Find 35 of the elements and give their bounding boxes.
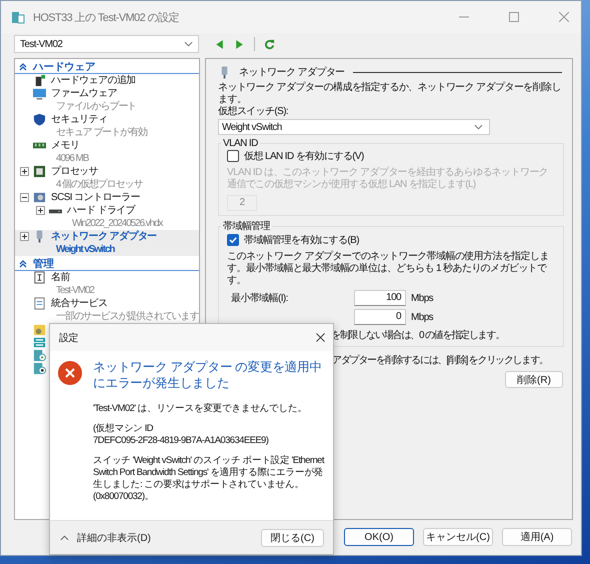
- item-label: 統合サービス: [51, 297, 108, 310]
- panel-title: ネットワーク アダプター: [239, 66, 345, 79]
- message-text: スイッチ 'Weight vSwitch' のスイッチ ポート設定 'Ethernet Switch Port Bandwidth Settings' を適用する際にエラーが発生しました: この要求はサポートされていません。(0x80070032)。: [93, 455, 325, 503]
- error-heading: ネットワーク アダプター の変更を適用中にエラーが発生しました: [93, 359, 323, 391]
- item-label: セキュリティ: [51, 113, 108, 126]
- item-detail: 一部のサービスが提供されています: [55, 310, 198, 323]
- description-text: VLAN ID は、このネットワーク アダプターを経由するあらゆるネットワーク通信でこの仮想マシンが使用する仮想 LAN を指定します(L): [227, 167, 550, 191]
- field-label: 最小帯域幅(I):: [230, 292, 289, 305]
- description-text: このネットワーク アダプターでのネットワーク帯域幅の使用方法を指定します。最小帯域幅と最大帯域幅の単位は、どちらも 1 秒あたりのメガビットです。: [227, 251, 550, 287]
- group-title: VLAN ID: [222, 138, 259, 149]
- item-label: 名前: [51, 271, 71, 284]
- item-label: SCSI コントローラー: [51, 191, 140, 204]
- unit-label: Mbps: [411, 292, 434, 304]
- item-detail: 4096 MB: [55, 152, 88, 165]
- item-detail: セキュア ブートが有効: [55, 126, 147, 139]
- item-label: ハード ドライブ: [67, 204, 136, 217]
- window-title: HOST33 上の Test-VM02 の設定: [33, 10, 179, 24]
- item-detail: ファイルからブート: [55, 100, 136, 113]
- unit-label: Mbps: [411, 312, 434, 322]
- item-label: ハードウェアの追加: [51, 74, 136, 87]
- item-label: プロセッサ: [51, 165, 100, 178]
- message-text: (仮想マシン ID 7DEFC095-2F28-4819-9B7A-A1A03634EEE9): [93, 423, 270, 447]
- group-title: 帯域幅管理: [222, 220, 272, 233]
- field-label: 仮想スイッチ(S):: [218, 106, 290, 118]
- item-label: ファームウェア: [51, 87, 118, 100]
- item-detail: Test-VM02: [55, 284, 94, 297]
- item-detail: 4 個の仮想プロセッサ: [55, 178, 142, 191]
- item-label: メモリ: [51, 139, 80, 152]
- item-detail: Win2022_20240526.vhdx: [71, 217, 162, 230]
- item-label: ネットワーク アダプター: [51, 230, 157, 243]
- dialog-title: 設定: [59, 332, 78, 344]
- message-text: 'Test-VM02' は、リソースを変更できませんでした。: [93, 403, 308, 415]
- remove-note: アダプターを削除するには、[削除] をクリックします。: [332, 355, 548, 366]
- description-text: ネットワーク アダプターの構成を指定するか、ネットワーク アダプターを削除します。: [218, 82, 562, 106]
- item-detail: Weight vSwitch: [55, 243, 116, 256]
